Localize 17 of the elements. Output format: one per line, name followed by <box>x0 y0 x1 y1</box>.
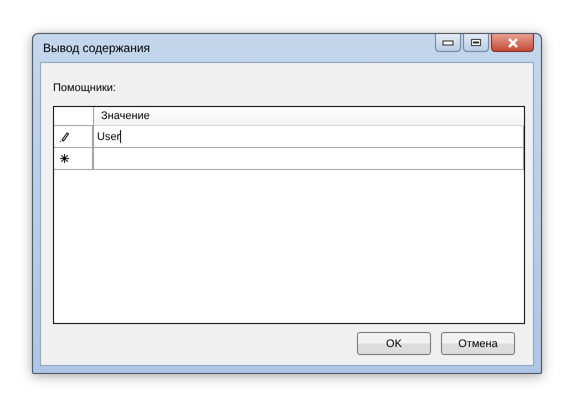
close-icon <box>506 38 520 48</box>
window-title: Вывод содержания <box>42 41 150 55</box>
close-button[interactable] <box>491 34 534 52</box>
row-header[interactable] <box>54 148 93 170</box>
pencil-icon <box>60 131 70 142</box>
row-header[interactable] <box>54 126 93 148</box>
maximize-button[interactable] <box>463 34 489 52</box>
asterisk-icon <box>60 154 69 163</box>
ok-button[interactable]: OK <box>357 332 431 355</box>
cancel-button[interactable]: Отмена <box>441 332 515 355</box>
text-cursor <box>120 130 122 143</box>
value-cell[interactable]: User <box>93 126 524 148</box>
minimize-icon <box>442 40 454 46</box>
maximize-icon <box>470 38 482 47</box>
helpers-label: Помощники: <box>53 82 117 94</box>
value-cell[interactable] <box>93 148 524 170</box>
minimize-button[interactable] <box>435 34 461 52</box>
